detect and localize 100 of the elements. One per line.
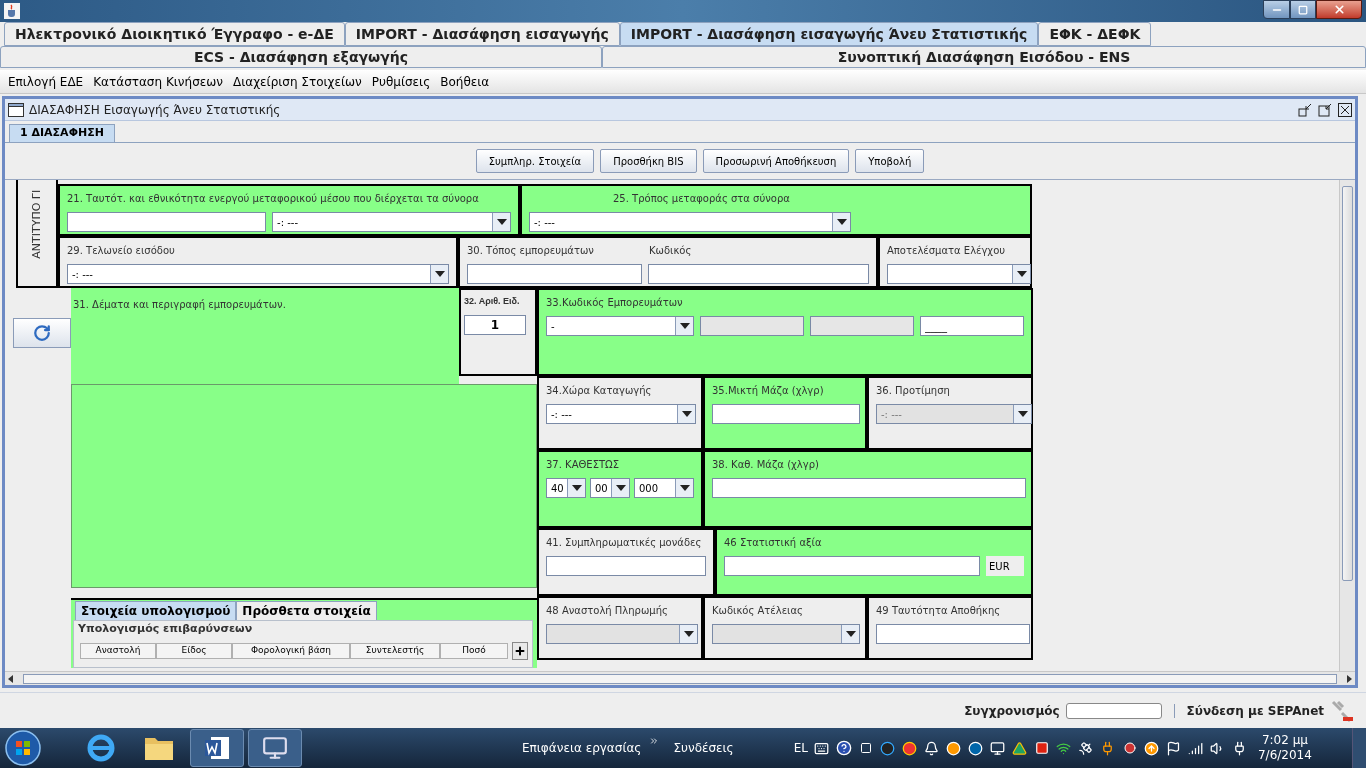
text-field[interactable]	[876, 624, 1030, 644]
broken-chain-icon	[1330, 698, 1354, 723]
menu-item[interactable]: Επιλογή ΕΔΕ	[4, 72, 88, 91]
connection-label: Σύνδεση με SEPAnet	[1186, 702, 1324, 720]
horizontal-scrollbar[interactable]	[5, 671, 1355, 685]
monitor-icon[interactable]	[989, 740, 1006, 756]
field-label: 36. Προτίμηση	[876, 384, 951, 398]
frame-title: ΔΙΑΣΑΦΗΣΗ Εισαγωγής Άνευ Στατιστικής	[29, 101, 281, 119]
dropdown[interactable]: -: ---	[546, 404, 696, 424]
scrollbar-thumb[interactable]	[1342, 186, 1353, 581]
left-arrow-icon[interactable]	[7, 674, 15, 683]
keyboard-icon[interactable]	[813, 740, 830, 756]
toolbar-button[interactable]: Υποβολή	[855, 149, 925, 173]
restore-icon[interactable]	[1318, 102, 1332, 117]
toolbar-button[interactable]: Προσθήκη BIS	[600, 149, 697, 173]
text-field[interactable]	[467, 264, 643, 284]
column-header[interactable]: Ποσό	[440, 642, 508, 659]
dropdown[interactable]: 00	[590, 478, 630, 498]
flag-icon[interactable]	[1165, 740, 1182, 756]
module-tab[interactable]: Συνοπτική Διασάφηση Εισόδου - ENS	[602, 46, 1366, 68]
field-label: 30. Τόπος εμπορευμάτων	[467, 244, 595, 258]
field-label: 25. Τρόπος μεταφοράς στα σύνορα	[613, 192, 791, 206]
refresh-button[interactable]	[13, 318, 71, 348]
upload-icon[interactable]	[1143, 740, 1160, 756]
document-app-icon[interactable]	[190, 729, 244, 767]
module-tab[interactable]: ECS - Διασάφηση εξαγωγής	[0, 46, 602, 68]
field-label: 48 Αναστολή Πληρωμής	[546, 604, 669, 618]
field-label: 35.Μικτή Μάζα (χλγρ)	[712, 384, 825, 398]
module-tab[interactable]: Ηλεκτρονικό Διοικητικό Έγγραφο - e-ΔΕ	[4, 22, 345, 46]
column-header[interactable]: Είδος	[156, 642, 232, 659]
signal-icon[interactable]	[1187, 740, 1204, 756]
dropdown[interactable]: -: ---	[67, 264, 449, 284]
text-field[interactable]: 1	[464, 314, 526, 335]
module-tab[interactable]: IMPORT - Διασάφηση εισαγωγής	[344, 22, 620, 46]
text-field[interactable]	[712, 478, 1026, 498]
field-label: 37. ΚΑΘΕΣΤΩΣ	[546, 458, 621, 472]
field-label: 29. Τελωνείο εισόδου	[67, 244, 176, 258]
dropdown[interactable]: -: ---	[272, 212, 511, 232]
column-header[interactable]: Φορολογική βάση	[232, 642, 350, 659]
maximize-icon	[1298, 4, 1308, 15]
text-field[interactable]	[648, 264, 869, 284]
text-field[interactable]: ____	[920, 316, 1024, 336]
column-header[interactable]: Συντελεστής	[350, 642, 440, 659]
vertical-scrollbar[interactable]	[1339, 180, 1355, 671]
text-field[interactable]	[67, 212, 267, 232]
coffee-cup-icon	[4, 3, 20, 19]
help-icon[interactable]	[835, 740, 852, 756]
menu-item[interactable]: Κατάσταση Κινήσεων	[89, 72, 227, 91]
text-field[interactable]	[724, 556, 980, 576]
antenna-icon[interactable]	[1055, 740, 1072, 756]
toolbar-item[interactable]: Επιφάνεια εργασίας	[522, 739, 642, 757]
toolbar-button[interactable]: Προσωρινή Αποθήκευση	[702, 149, 850, 173]
add-button[interactable]	[512, 641, 528, 660]
dropdown[interactable]	[887, 264, 1031, 284]
field-label: 32. Αριθ. Ειδ.	[464, 295, 521, 308]
circle-icon[interactable]	[945, 740, 962, 756]
field-label: 21. Ταυτότ. και εθνικότητα ενεργού μεταφορικού μέσου που διέρχεται τα σύνορα	[67, 192, 480, 206]
chevron-icon[interactable]	[649, 736, 660, 746]
field-label: 33.Κωδικός Εμπορευμάτων	[546, 296, 684, 310]
scrollbar-thumb[interactable]	[23, 673, 1337, 684]
text-field[interactable]	[546, 556, 706, 576]
currency-label: EUR	[986, 556, 1024, 576]
triangle-icon[interactable]	[1011, 740, 1028, 756]
calc-tab[interactable]: Πρόσθετα στοιχεία	[236, 601, 377, 620]
module-tab[interactable]: ΕΦΚ - ΔΕΦΚ	[1038, 22, 1152, 46]
satellite-icon[interactable]	[1077, 740, 1094, 756]
circle-icon[interactable]	[879, 740, 896, 756]
right-arrow-icon[interactable]	[1345, 674, 1353, 683]
close-icon	[1332, 3, 1346, 16]
calc-tab[interactable]: Στοιχεία υπολογισμού	[75, 601, 237, 620]
minimize-button[interactable]	[1263, 0, 1290, 19]
field-label: 34.Χώρα Καταγωγής	[546, 384, 653, 398]
clock-time[interactable]: 7:02 μμ	[1261, 733, 1308, 748]
refresh-icon	[33, 324, 51, 342]
dropdown[interactable]: 000	[634, 478, 694, 498]
bell-icon[interactable]	[923, 740, 940, 756]
menu-item[interactable]: Ρυθμίσεις	[367, 72, 435, 91]
maximize-button[interactable]	[1290, 0, 1316, 19]
square-icon[interactable]	[1033, 740, 1050, 756]
close-icon[interactable]	[1338, 102, 1352, 117]
close-button[interactable]	[1316, 0, 1362, 19]
dropdown[interactable]: -	[546, 316, 694, 336]
toolbar-item[interactable]: Συνδέσεις	[673, 739, 734, 757]
clock-date[interactable]: 7/6/2014	[1257, 748, 1312, 763]
iconify-icon[interactable]	[1298, 102, 1312, 117]
language-indicator[interactable]: EL	[793, 739, 808, 757]
desktop-app-icon[interactable]	[248, 729, 302, 767]
form-tab[interactable]: 1 ΔΙΑΣΑΦΗΣΗ	[9, 124, 115, 142]
module-tab[interactable]: IMPORT - Διασάφηση εισαγωγής Άνευ Στατιστικής	[619, 22, 1039, 46]
menu-item[interactable]: Διαχείριση Στοιχείων	[229, 72, 366, 91]
circle-icon[interactable]	[967, 740, 984, 756]
menu-item[interactable]: Βοήθεια	[436, 72, 494, 91]
dropdown[interactable]: 40	[546, 478, 586, 498]
text-field[interactable]	[712, 404, 860, 424]
field-label: 46 Στατιστική αξία	[724, 536, 823, 550]
start-orb-icon[interactable]	[4, 729, 42, 767]
column-header[interactable]: Αναστολή	[80, 642, 156, 659]
circle-icon[interactable]	[901, 740, 918, 756]
toolbar-button[interactable]: Συμπληρ. Στοιχεία	[475, 149, 595, 173]
dropdown[interactable]: -: ---	[529, 212, 851, 232]
